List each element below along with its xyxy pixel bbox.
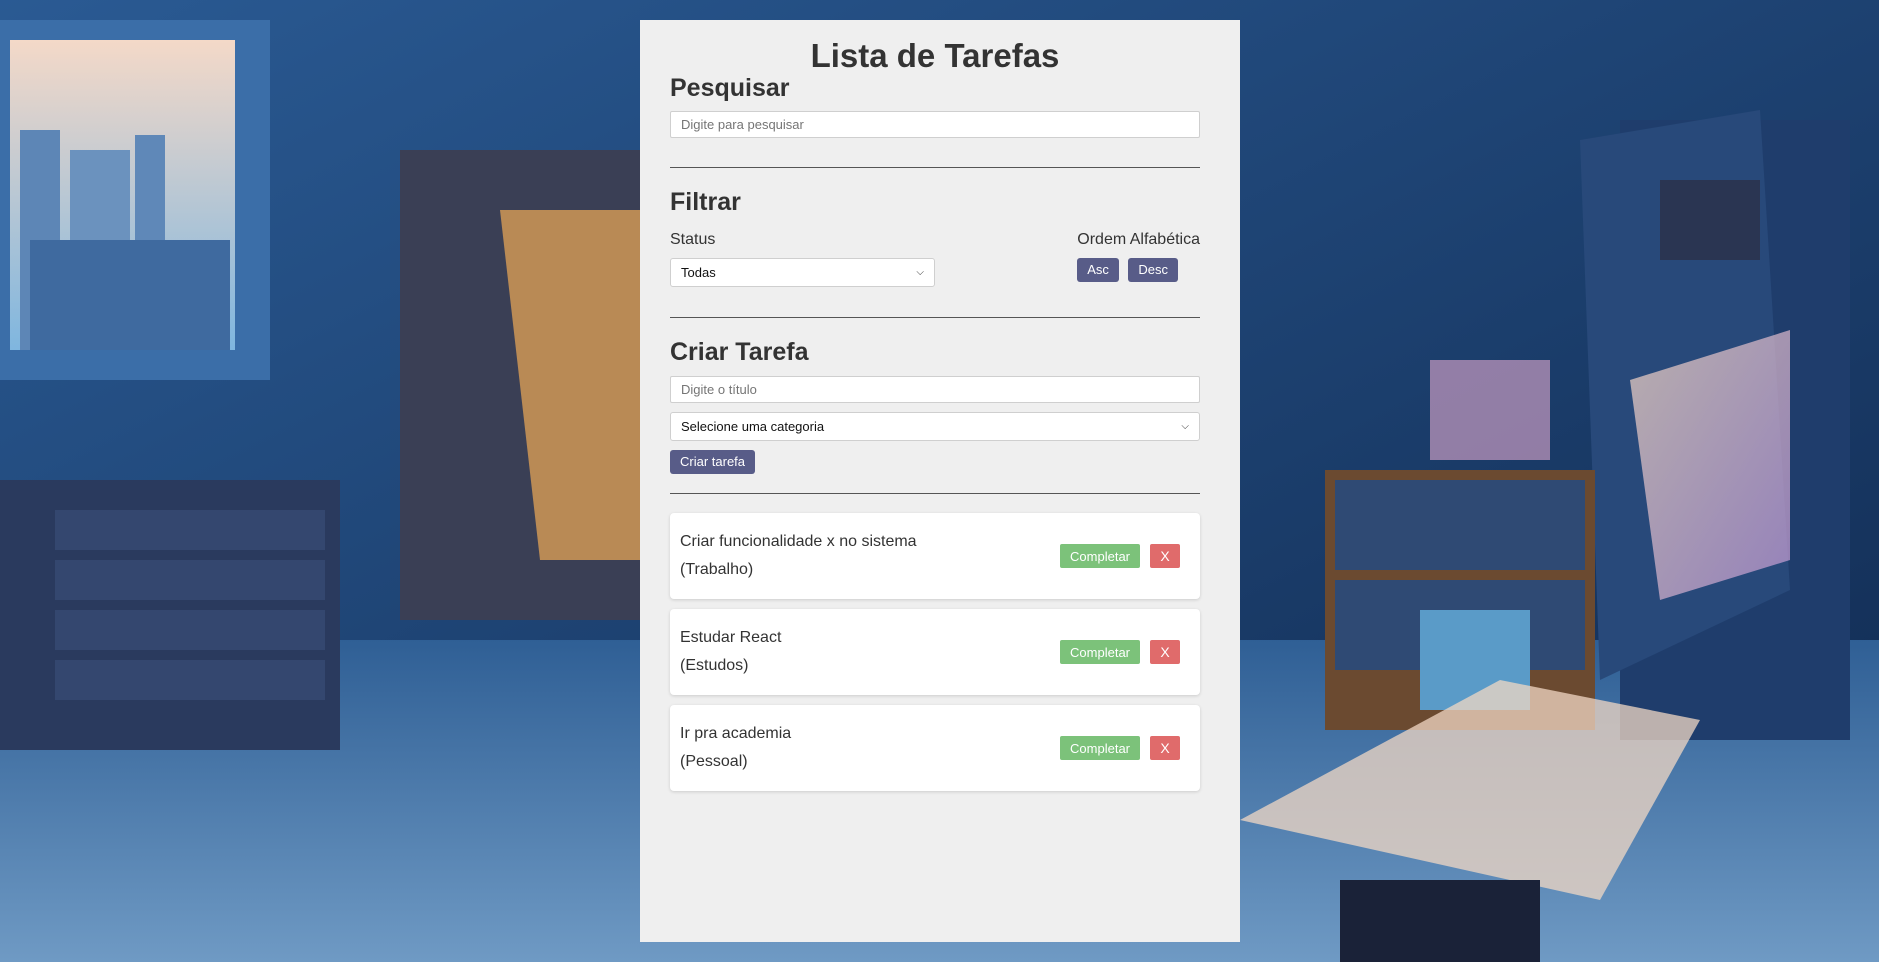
task-item: Ir pra academia (Pessoal) Completar X: [670, 705, 1200, 792]
create-task-button[interactable]: Criar tarefa: [670, 450, 756, 475]
order-filter: Ordem Alfabética Asc Desc: [1077, 231, 1200, 287]
task-title-input[interactable]: [670, 376, 1200, 404]
task-content: Criar funcionalidade x no sistema (Traba…: [680, 528, 917, 584]
complete-task-button[interactable]: Completar: [1060, 736, 1140, 761]
filter-heading: Filtrar: [670, 188, 741, 217]
sort-asc-button[interactable]: Asc: [1077, 258, 1119, 283]
task-title: Ir pra academia: [680, 725, 792, 743]
delete-task-button[interactable]: X: [1150, 736, 1180, 761]
task-category: (Trabalho): [680, 561, 754, 579]
status-select-value: Todas: [681, 265, 716, 281]
status-select[interactable]: Todas ⌵: [670, 258, 935, 288]
status-filter: Status Todas ⌵: [670, 231, 935, 288]
category-select-value: Selecione uma categoria: [681, 419, 825, 435]
page-title: Lista de Tarefas: [810, 37, 1060, 74]
filter-row: Status Todas ⌵ Ordem Alfabética Asc Desc: [670, 231, 1200, 288]
search-input[interactable]: [670, 111, 1200, 139]
separator: [670, 167, 1200, 169]
task-actions: Completar X: [1060, 736, 1180, 761]
sort-desc-button[interactable]: Desc: [1128, 258, 1179, 283]
task-content: Ir pra academia (Pessoal): [680, 720, 791, 776]
complete-task-button[interactable]: Completar: [1060, 640, 1140, 665]
search-heading: Pesquisar: [670, 74, 790, 103]
task-actions: Completar X: [1060, 640, 1180, 665]
task-title: Criar funcionalidade x no sistema: [680, 533, 917, 551]
task-actions: Completar X: [1060, 544, 1180, 569]
chevron-down-icon: ⌵: [916, 267, 924, 279]
status-label: Status: [670, 231, 716, 249]
separator: [670, 317, 1200, 319]
order-label: Ordem Alfabética: [1077, 231, 1200, 249]
delete-task-button[interactable]: X: [1150, 640, 1180, 665]
chevron-down-icon: ⌵: [1181, 421, 1189, 433]
task-category: (Pessoal): [680, 753, 748, 771]
task-item: Criar funcionalidade x no sistema (Traba…: [670, 513, 1200, 600]
complete-task-button[interactable]: Completar: [1060, 544, 1140, 569]
task-title: Estudar React: [680, 629, 782, 647]
create-heading: Criar Tarefa: [670, 338, 809, 367]
category-select[interactable]: Selecione uma categoria ⌵: [670, 412, 1200, 442]
task-item: Estudar React (Estudos) Completar X: [670, 609, 1200, 696]
delete-task-button[interactable]: X: [1150, 544, 1180, 569]
task-list: Criar funcionalidade x no sistema (Traba…: [670, 513, 1200, 792]
todo-panel: Lista de Tarefas Pesquisar Filtrar Statu…: [640, 20, 1240, 942]
task-category: (Estudos): [680, 657, 749, 675]
task-content: Estudar React (Estudos): [680, 624, 781, 680]
separator: [670, 493, 1200, 495]
